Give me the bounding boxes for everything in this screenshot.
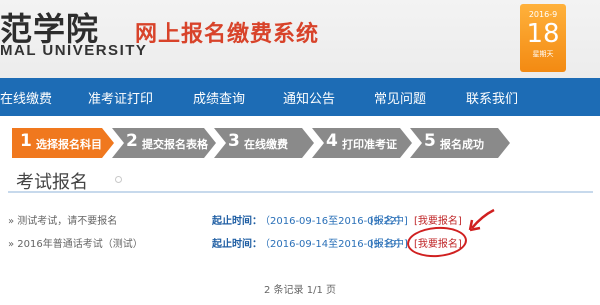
step-2-number: 2 <box>126 131 138 151</box>
exam-row: » 2016年普通话考试（测试） 起止时间： （2016-09-14至2016-… <box>0 231 600 253</box>
step-progress: 1 选择报名科目 2 提交报名表格 3 在线缴费 4 打印准考证 5 报名成功 <box>12 128 512 158</box>
exam-title[interactable]: » 测试考试，请不要报名 <box>8 212 117 227</box>
step-2-label: 提交报名表格 <box>142 138 208 151</box>
section-dot-icon <box>115 176 122 183</box>
nav-online-payment[interactable]: 在线缴费 <box>0 88 52 107</box>
exam-title[interactable]: » 2016年普通话考试（测试） <box>8 235 143 250</box>
nav-admission-ticket[interactable]: 准考证打印 <box>88 88 153 107</box>
step-4: 4 打印准考证 <box>312 128 412 158</box>
exam-status: [报名中] <box>370 239 408 250</box>
step-1-label: 选择报名科目 <box>36 138 102 151</box>
system-title: 网上报名缴费系统 <box>135 22 320 47</box>
step-3-label: 在线缴费 <box>244 138 288 151</box>
nav-score-query[interactable]: 成绩查询 <box>193 88 245 107</box>
section-divider <box>8 191 593 193</box>
school-name-en: MAL UNIVERSITY <box>0 42 148 59</box>
date-year-month: 2016-9 <box>528 10 558 19</box>
register-button[interactable]: [我要报名] <box>414 212 462 227</box>
exam-status: [报名中] <box>370 216 408 227</box>
step-5: 5 报名成功 <box>410 128 510 158</box>
step-3: 3 在线缴费 <box>214 128 314 158</box>
annotation-arrow-icon <box>468 208 495 232</box>
main-nav: 在线缴费 准考证打印 成绩查询 通知公告 常见问题 联系我们 <box>0 78 600 116</box>
site-header: 范学院 MAL UNIVERSITY 网上报名缴费系统 2016-9 18 星期… <box>0 0 600 78</box>
step-1: 1 选择报名科目 <box>12 128 114 158</box>
nav-contact[interactable]: 联系我们 <box>466 88 518 107</box>
exam-period-label: 起止时间： <box>212 239 262 250</box>
date-badge: 2016-9 18 星期天 <box>520 4 566 72</box>
nav-notices[interactable]: 通知公告 <box>283 88 335 107</box>
pagination-info: 2 条记录 1/1 页 <box>264 285 336 296</box>
step-4-label: 打印准考证 <box>342 138 397 151</box>
nav-faq[interactable]: 常见问题 <box>374 88 426 107</box>
exam-period-label: 起止时间： <box>212 216 262 227</box>
step-4-number: 4 <box>326 131 338 151</box>
exam-row: » 测试考试，请不要报名 起止时间： （2016-09-16至2016-09-2… <box>0 208 600 230</box>
date-weekday: 星期天 <box>532 50 554 58</box>
step-5-number: 5 <box>424 131 436 151</box>
date-day: 18 <box>526 19 560 49</box>
step-1-number: 1 <box>20 131 32 151</box>
step-5-label: 报名成功 <box>440 138 484 151</box>
step-3-number: 3 <box>228 131 240 151</box>
step-2: 2 提交报名表格 <box>112 128 216 158</box>
